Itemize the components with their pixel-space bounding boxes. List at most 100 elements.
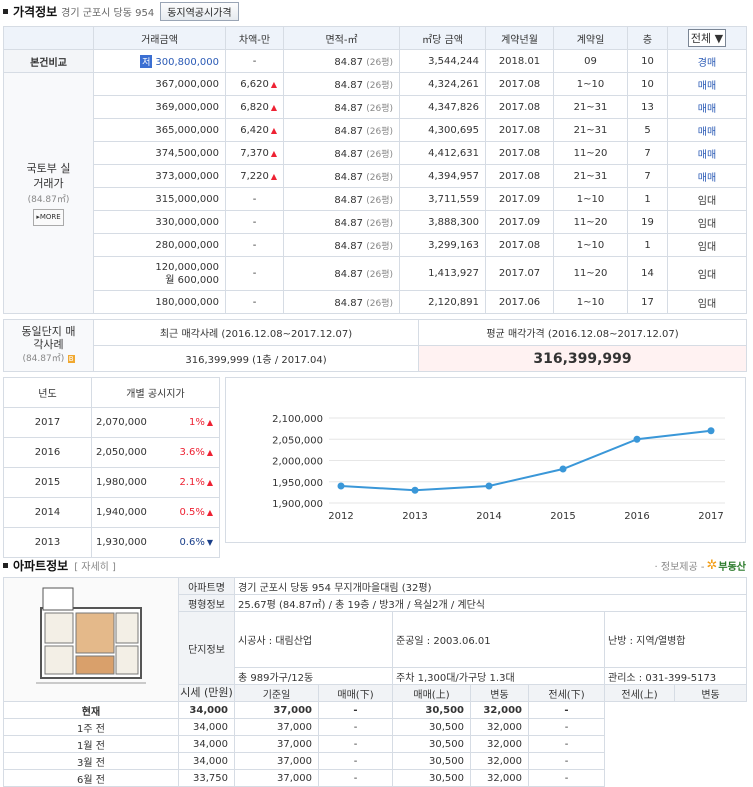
market-cell: 30,500 xyxy=(392,752,471,770)
per-cell: 3,711,559 xyxy=(399,187,486,211)
ym-cell: 2017.08 xyxy=(485,95,554,119)
market-label: 시세 (만원) xyxy=(178,684,235,702)
parking: 주차 1,300대/가구당 1.3대 xyxy=(392,667,605,685)
size-label: 평형정보 xyxy=(178,594,235,612)
up-arrow-icon: ▲ xyxy=(206,478,213,487)
amount-cell: 315,000,000 xyxy=(93,187,226,211)
market-header-cell: 매매(下) xyxy=(318,684,393,702)
market-cell: - xyxy=(318,752,393,770)
market-cell: - xyxy=(528,718,605,736)
land-price-cell: 2,070,000 1% ▲ xyxy=(91,407,220,438)
land-price-cell: 2,050,000 3.6% ▲ xyxy=(91,437,220,468)
y-tick-label: 2,000,000 xyxy=(272,457,323,468)
land-price-cell: 1,940,000 0.5% ▲ xyxy=(91,497,220,528)
market-cell: 37,000 xyxy=(234,718,319,736)
area-cell: 84.87 (26평) xyxy=(283,118,400,142)
floor-cell: 1 xyxy=(627,187,668,211)
up-arrow-icon: ▲ xyxy=(270,79,277,89)
market-cell: 37,000 xyxy=(234,769,319,787)
per-cell: 1,413,927 xyxy=(399,256,486,291)
heating: 난방 : 지역/열병합 xyxy=(603,611,748,668)
avg-value: 316,399,999 xyxy=(418,345,747,372)
compare-label: 본건비교 xyxy=(3,49,94,73)
area-cell: 84.87 (26평) xyxy=(283,187,400,211)
area-cell: 84.87 (26평) xyxy=(283,72,400,96)
price-row: 280,000,000-84.87 (26평) 3,299,163 2017.08 1… xyxy=(4,233,747,257)
size-info: 25.67평 (84.87㎡) / 총 19층 / 방3개 / 욕실2개 / 계… xyxy=(233,594,748,612)
diff-cell: - xyxy=(225,256,284,291)
col-day: 계약일 xyxy=(553,26,628,50)
floor-plan-icon xyxy=(36,587,146,684)
recent-header: 최근 매각사례 (2016.12.08~2017.12.07) xyxy=(93,319,419,346)
type-cell: 매매 xyxy=(667,95,747,119)
filter-select[interactable]: 전체 ▼ xyxy=(667,26,747,50)
ym-cell: 2017.07 xyxy=(485,256,554,291)
diff-cell: - xyxy=(225,210,284,234)
compare-row: 본건비교 저 300,800,000 - 84.87 (26평) 3,544,24… xyxy=(3,49,747,73)
floor-cell: 10 xyxy=(627,72,668,96)
year-cell: 2014 xyxy=(3,497,92,528)
detail-link[interactable]: [ 자세히 ] xyxy=(74,558,116,573)
market-cell: 32,000 xyxy=(470,752,529,770)
per-cell: 4,394,957 xyxy=(399,164,486,188)
price-row: 180,000,000-84.87 (26평) 2,120,891 2017.06 1… xyxy=(4,290,747,314)
amount-cell: 367,000,000 xyxy=(93,72,226,96)
diff-cell: 6,420 ▲ xyxy=(225,118,284,142)
price-table: 거래금액 차액-만 면적-㎡ ㎡당 금액 계약년월 계약일 층 전체 ▼ 본건비… xyxy=(3,26,747,314)
floor-cell: 1 xyxy=(627,233,668,257)
apt-section-title: 아파트정보 xyxy=(13,558,69,573)
y-tick-label: 1,950,000 xyxy=(272,478,323,489)
market-header-cell: 전세(上) xyxy=(604,684,675,702)
up-arrow-icon: ▲ xyxy=(270,171,277,181)
price-row: 국토부 실거래가 (84.87㎡) ▸MORE 367,000,000 6,620 ▲ 84… xyxy=(3,72,747,314)
type-cell: 매매 xyxy=(667,164,747,188)
ym-cell: 2017.08 xyxy=(485,233,554,257)
market-cell: - xyxy=(528,701,605,719)
district-price-button[interactable]: 동지역공시가격 xyxy=(160,1,239,21)
x-tick-label: 2016 xyxy=(624,511,649,522)
year-cell: 2017 xyxy=(3,407,92,438)
area-cell: 84.87 (26평) xyxy=(283,256,400,291)
amount-cell: 330,000,000 xyxy=(93,210,226,234)
chart-svg: 2,100,000 2,050,000 2,000,000 1,950,000 1,90… xyxy=(272,414,725,522)
floor-cell: 7 xyxy=(627,164,668,188)
market-cell: 30,500 xyxy=(392,735,471,753)
land-price-row: 2016 2,050,000 3.6% ▲ xyxy=(3,437,220,468)
up-arrow-icon: ▲ xyxy=(270,125,277,135)
x-tick-label: 2015 xyxy=(550,511,575,522)
data-point xyxy=(707,427,715,435)
y-tick-label: 1,900,000 xyxy=(272,499,323,510)
same-complex-table: 동일단지 매각사례 (84.87㎡) B 최근 매각사례 (2016.12.08~… xyxy=(3,319,747,372)
provider-logo-icon: ✲ xyxy=(706,557,718,573)
apt-section-header: 아파트정보 [ 자세히 ] · 정보제공 - ✲ 부동산 xyxy=(3,554,746,576)
more-button[interactable]: ▸MORE xyxy=(33,208,64,226)
market-row: 1월 전 34,000 37,000-30,500 32,000- xyxy=(3,735,747,753)
market-cell: - xyxy=(318,718,393,736)
day-cell: 11~20 xyxy=(553,210,628,234)
diff-cell: 7,370 ▲ xyxy=(225,141,284,165)
area-cell: 84.87 (26평) xyxy=(283,210,400,234)
market-header-cell: 변동 xyxy=(673,684,748,702)
diff-cell: - xyxy=(225,290,284,314)
land-price-table: 년도 개별 공시지가 2017 2,070,000 1% ▲ 2016 2,050,000 3… xyxy=(3,377,220,558)
day-cell: 21~31 xyxy=(553,95,628,119)
ym-cell: 2017.08 xyxy=(485,72,554,96)
ym-cell: 2017.09 xyxy=(485,187,554,211)
market-header-cell: 변동 xyxy=(470,684,529,702)
market-cell: 32,000 xyxy=(470,769,529,787)
households: 총 989가구/12동 xyxy=(234,667,393,685)
amount-cell: 280,000,000 xyxy=(93,233,226,257)
data-point xyxy=(633,435,641,443)
market-cell: 32,000 xyxy=(470,735,529,753)
diff-cell: - xyxy=(225,233,284,257)
market-cell: 34,000 xyxy=(178,735,235,753)
market-cell: 37,000 xyxy=(234,752,319,770)
col-floor: 층 xyxy=(627,26,668,50)
down-arrow-icon: ▼ xyxy=(206,538,213,547)
builder: 시공사 : 대림산업 xyxy=(234,611,393,668)
ym-cell: 2017.09 xyxy=(485,210,554,234)
y-tick-label: 2,100,000 xyxy=(272,414,323,425)
type-cell: 매매 xyxy=(667,72,747,96)
floor-cell: 13 xyxy=(627,95,668,119)
market-cell: 32,000 xyxy=(470,718,529,736)
